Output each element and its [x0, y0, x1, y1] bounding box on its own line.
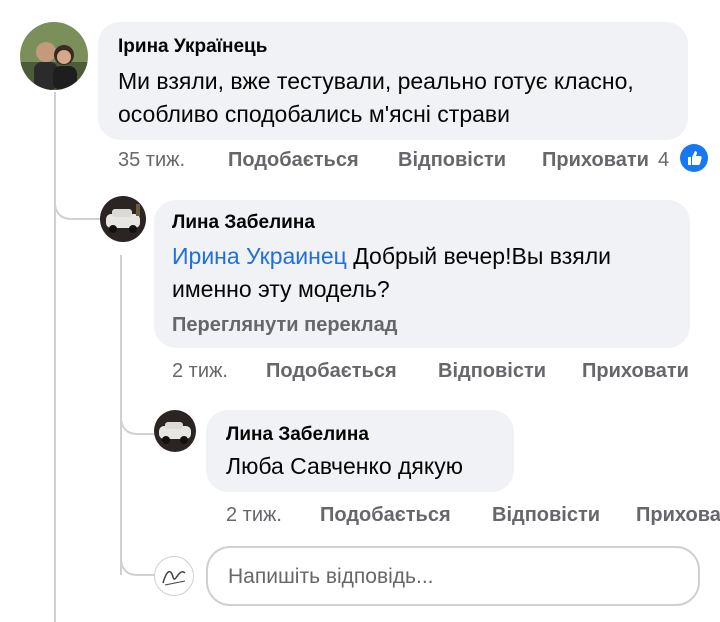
like-button[interactable]: Подобається	[228, 149, 359, 172]
current-user-avatar	[154, 556, 194, 596]
comment-text-block: Ирина Украинец Добрый вечер!Вы взяли име…	[172, 240, 672, 306]
comment-time[interactable]: 2 тиж.	[172, 360, 228, 383]
like-reaction-icon	[680, 144, 708, 172]
thread-branch-input	[120, 540, 156, 576]
comment-author[interactable]: Лина Забелина	[172, 212, 315, 234]
reply-button[interactable]: Відповісти	[438, 360, 546, 383]
comment-time[interactable]: 2 тиж.	[226, 504, 282, 527]
like-button[interactable]: Подобається	[320, 504, 451, 527]
thread-branch-reply	[54, 180, 100, 220]
hide-button[interactable]: Приховати	[542, 149, 649, 172]
reply-button[interactable]: Відповісти	[398, 149, 506, 172]
thread-branch-nested	[120, 395, 158, 435]
reply-button[interactable]: Відповісти	[492, 504, 600, 527]
avatar[interactable]	[100, 196, 146, 242]
comment-bubble: Лина Забелина Люба Савченко дякую	[206, 410, 514, 492]
mention-link[interactable]: Ирина Украинец	[172, 243, 347, 269]
reply-input[interactable]: Напишіть відповідь...	[206, 546, 700, 606]
avatar[interactable]	[154, 410, 196, 452]
reply-input-placeholder: Напишіть відповідь...	[228, 565, 434, 588]
comment-text: Люба Савченко дякую	[226, 453, 463, 479]
thread-line-main	[54, 92, 56, 622]
comment-time[interactable]: 35 тиж.	[118, 149, 185, 171]
like-button[interactable]: Подобається	[266, 360, 397, 383]
comment-bubble: Ірина Українець Ми взяли, вже тестували,…	[98, 22, 688, 140]
comment-bubble: Лина Забелина Ирина Украинец Добрый вече…	[154, 200, 690, 348]
comment-meta: 35 тиж.	[118, 149, 185, 172]
comment-author[interactable]: Ірина Українець	[118, 36, 267, 58]
avatar[interactable]	[20, 22, 88, 90]
see-translation-link[interactable]: Переглянути переклад	[172, 314, 397, 337]
reaction-count[interactable]: 4	[658, 149, 669, 172]
hide-button[interactable]: Прихова	[636, 504, 720, 527]
comment-author[interactable]: Лина Забелина	[226, 424, 369, 446]
comment-text: Ми взяли, вже тестували, реально готує к…	[118, 68, 634, 127]
hide-button[interactable]: Приховати	[582, 360, 689, 383]
